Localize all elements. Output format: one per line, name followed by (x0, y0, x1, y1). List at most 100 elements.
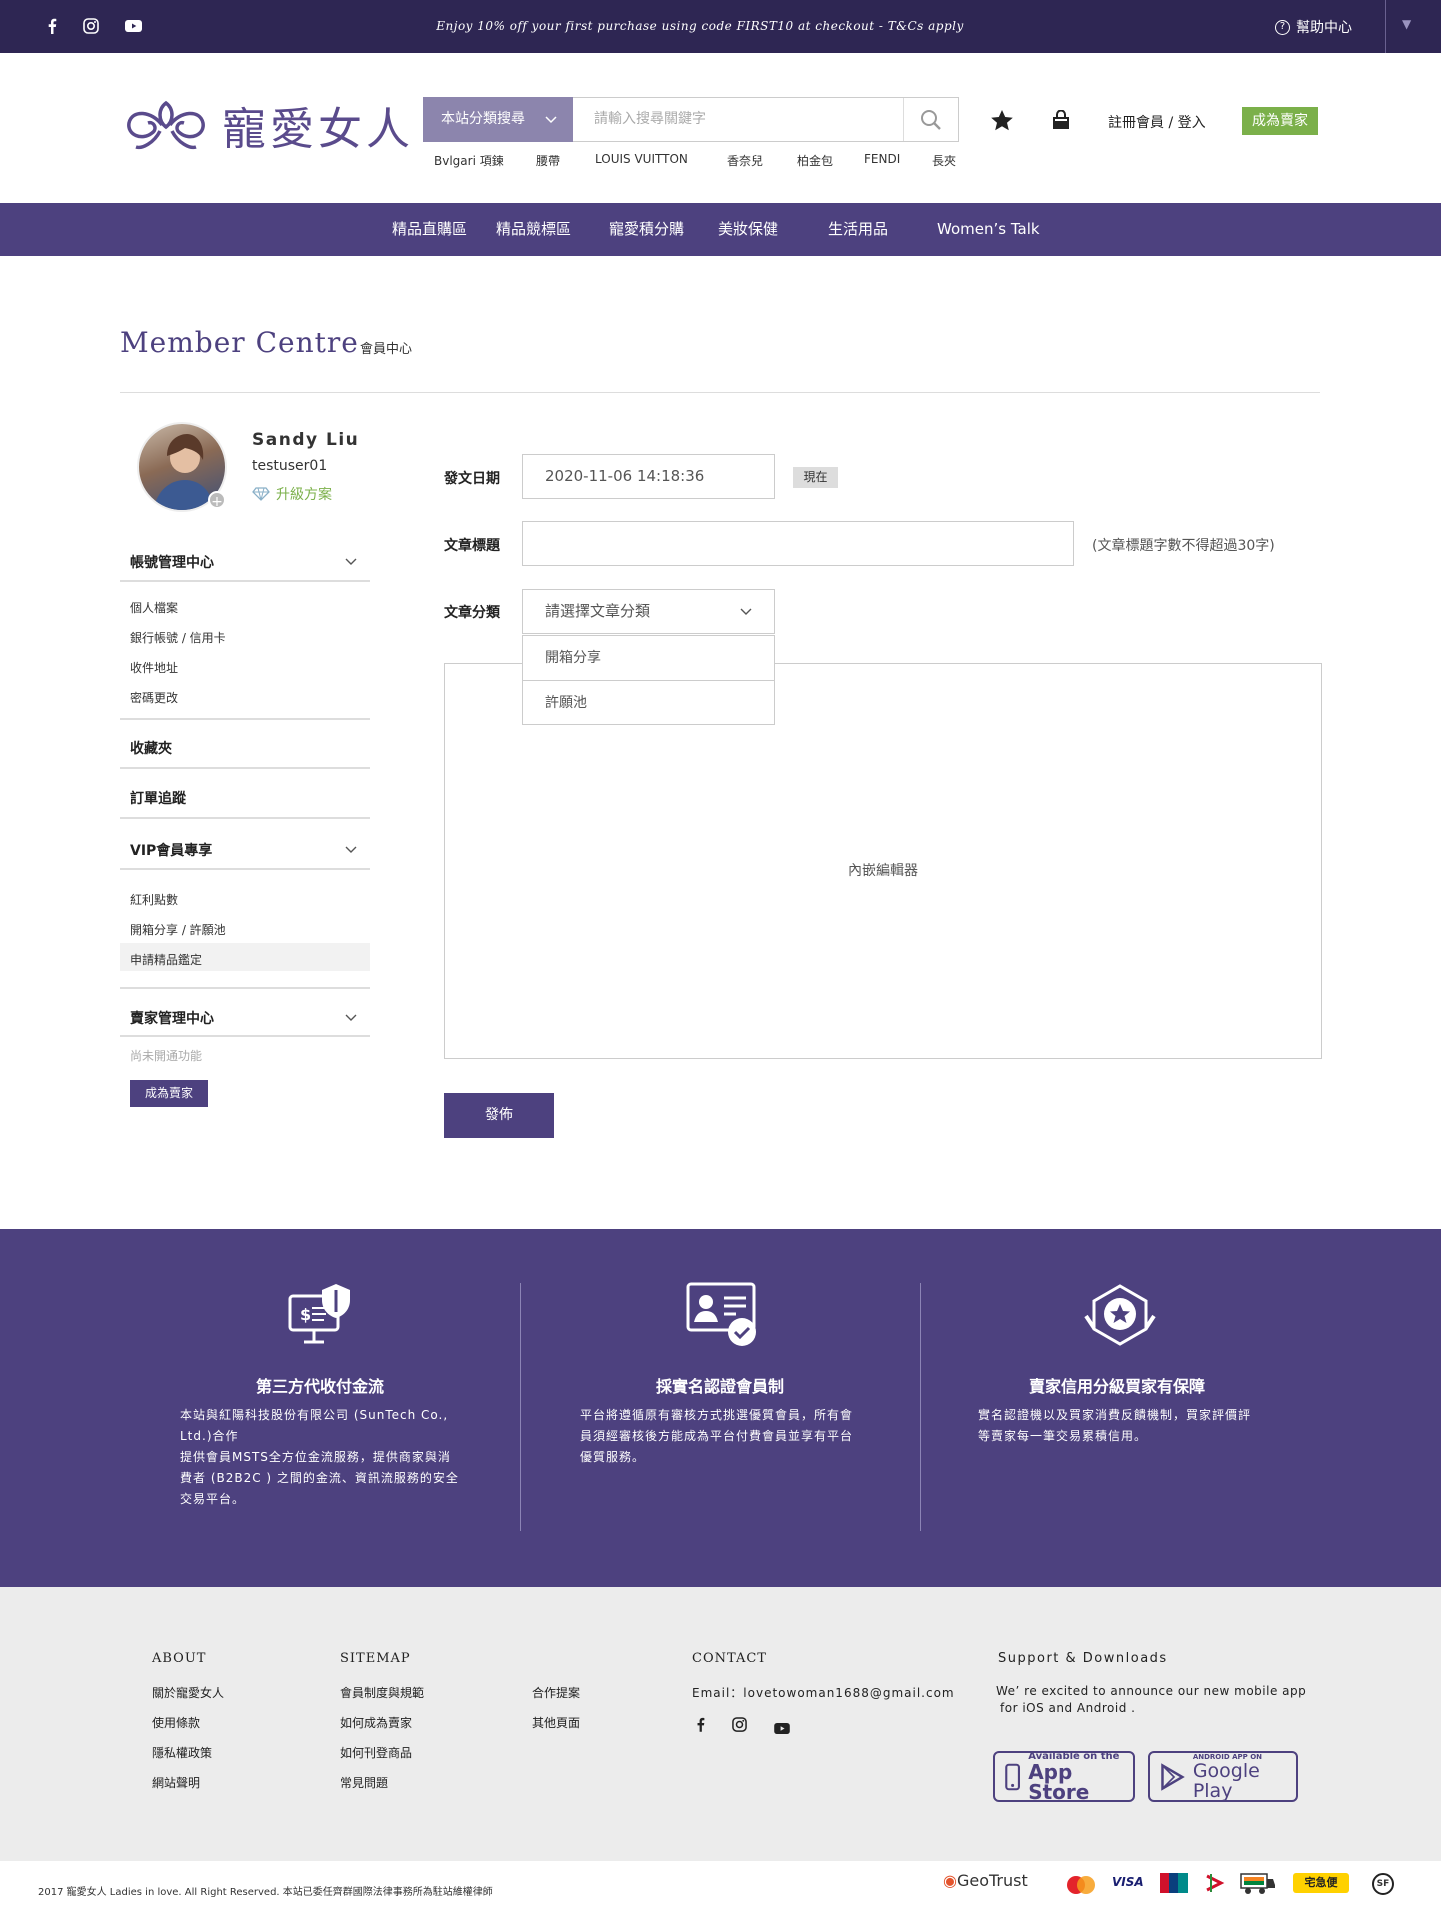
sidebar-item-appraisal[interactable]: 申請精品鑑定 (130, 951, 202, 968)
footer-about-title: ABOUT (152, 1651, 207, 1666)
hot-keyword-3[interactable]: LOUIS VUITTON (595, 152, 688, 166)
facebook-icon[interactable] (696, 1717, 705, 1736)
app-store-button[interactable]: Available on the App Store (993, 1751, 1135, 1802)
instagram-icon[interactable] (732, 1717, 747, 1736)
diamond-icon (252, 487, 270, 501)
youtube-icon[interactable] (123, 16, 143, 36)
nav-item-auction[interactable]: 精品競標區 (496, 203, 571, 256)
footer-contact-title: CONTACT (692, 1651, 767, 1666)
site-logo[interactable]: 寵愛女人 (124, 93, 414, 157)
favorites-star-icon[interactable] (990, 108, 1014, 132)
upgrade-plan-link[interactable]: 升級方案 (252, 484, 332, 504)
search-category-select[interactable]: 本站分類搜尋 (423, 97, 573, 142)
now-button[interactable]: 現在 (793, 467, 838, 488)
topbar-dropdown-toggle[interactable]: ▼ (1402, 17, 1411, 31)
footer-link-cooperation[interactable]: 合作提案 (532, 1684, 580, 1701)
feature-divider (520, 1283, 521, 1531)
sidebar-item-address[interactable]: 收件地址 (130, 659, 178, 676)
seller-not-enabled-note: 尚未開通功能 (130, 1049, 203, 1063)
editor-placeholder: 內嵌編輯器 (848, 863, 918, 879)
nav-item-living[interactable]: 生活用品 (828, 203, 888, 256)
hot-keyword-4[interactable]: 香奈兒 (727, 152, 763, 169)
youtube-icon[interactable] (774, 1719, 790, 1738)
footer-link-about[interactable]: 關於寵愛女人 (152, 1684, 224, 1701)
login-register-link[interactable]: 註冊會員 / 登入 (1108, 112, 1206, 132)
seller-rating-star-icon (1084, 1282, 1156, 1348)
play-icon (1161, 1762, 1185, 1791)
category-option-wishing-pool[interactable]: 許願池 (523, 681, 774, 726)
hot-keyword-2[interactable]: 腰帶 (536, 152, 560, 169)
hot-keyword-6[interactable]: FENDI (864, 152, 900, 166)
footer-email[interactable]: Email：lovetowoman1688@gmail.com (692, 1684, 955, 1701)
footer-link-list-product[interactable]: 如何刊登商品 (340, 1744, 412, 1761)
nav-item-beauty[interactable]: 美妝保健 (718, 203, 778, 256)
help-icon: ? (1275, 19, 1290, 35)
article-title-input[interactable] (522, 521, 1074, 566)
footer-link-member-rules[interactable]: 會員制度與規範 (340, 1684, 424, 1701)
sidebar-account-section[interactable]: 帳號管理中心 (120, 552, 370, 572)
sidebar-order-tracking[interactable]: 訂單追蹤 (120, 788, 370, 808)
category-dropdown-menu: 開箱分享 許願池 (522, 635, 775, 725)
upgrade-plan-label: 升級方案 (276, 487, 332, 503)
feature-title-payment: 第三方代收付金流 (255, 1377, 384, 1396)
publish-button[interactable]: 發佈 (444, 1093, 554, 1138)
date-field[interactable]: 2020-11-06 14:18:36 (522, 454, 775, 499)
secure-payment-icon: $ (286, 1282, 358, 1348)
sidebar-item-bonus-points[interactable]: 紅利點數 (130, 891, 178, 908)
article-category-select[interactable]: 請選擇文章分類 (522, 589, 775, 634)
footer-link-faq[interactable]: 常見問題 (340, 1774, 388, 1791)
seven-eleven-logo (1240, 1871, 1276, 1895)
search-input[interactable]: 請輸入搜尋關鍵字 (594, 98, 706, 141)
app-store-big-text: App Store (1028, 1760, 1090, 1804)
geotrust-logo-text: GeoTrust (956, 1871, 1028, 1890)
nav-item-direct-buy[interactable]: 精品直購區 (392, 203, 467, 256)
nav-item-womens-talk[interactable]: Women’s Talk (937, 203, 1040, 256)
footer-link-become-seller[interactable]: 如何成為賣家 (340, 1714, 412, 1731)
feature-body-line: 實名認證機以及買家消費反饋機制，買家評價評 (978, 1408, 1252, 1422)
profile-name: Sandy Liu (252, 430, 360, 450)
search-button[interactable] (903, 98, 958, 141)
sidebar-vip-section[interactable]: VIP會員專享 (120, 840, 370, 860)
help-center-label: 幫助中心 (1296, 20, 1352, 36)
google-play-button[interactable]: ANDROID APP ON Google Play (1148, 1751, 1298, 1802)
sidebar-seller-section[interactable]: 賣家管理中心 (120, 1008, 370, 1028)
footer-link-other-pages[interactable]: 其他頁面 (532, 1714, 580, 1731)
facebook-icon[interactable] (42, 16, 62, 36)
feature-body-line: 員須經審核後方能成為平台付費會員並享有平台 (580, 1429, 854, 1443)
sidebar-item-bank[interactable]: 銀行帳號 / 信用卡 (130, 629, 226, 646)
copyright: 2017 寵愛女人 Ladies in love. All Right Rese… (38, 1887, 493, 1898)
footer-link-terms[interactable]: 使用條款 (152, 1714, 200, 1731)
sidebar-become-seller-button[interactable]: 成為賣家 (130, 1080, 208, 1107)
footer-link-statement[interactable]: 網站聲明 (152, 1774, 200, 1791)
sidebar-divider (120, 580, 370, 582)
sidebar-favorites[interactable]: 收藏夾 (120, 738, 370, 758)
sidebar-divider (120, 817, 370, 819)
feature-body-verification: 平台將遵循原有審核方式挑選優質會員，所有會 員須經審核後方能成為平台付費會員並享… (580, 1405, 870, 1468)
promo-banner: Enjoy 10% off your first purchase using … (436, 19, 964, 33)
hot-keyword-5[interactable]: 柏金包 (797, 152, 833, 169)
post-office-logo (1203, 1872, 1225, 1894)
sidebar-item-unboxing[interactable]: 開箱分享 / 許願池 (130, 921, 226, 938)
hot-keyword-7[interactable]: 長夾 (932, 152, 956, 169)
sidebar-item-password[interactable]: 密碼更改 (130, 689, 178, 706)
footer-sitemap-title: SITEMAP (340, 1651, 411, 1666)
feature-body-line: 優質服務。 (580, 1450, 646, 1464)
instagram-icon[interactable] (81, 16, 101, 36)
shopping-bag-icon[interactable] (1049, 108, 1073, 132)
help-center-link[interactable]: ? 幫助中心 (1275, 17, 1352, 37)
date-label: 發文日期 (444, 471, 500, 487)
unionpay-logo (1160, 1873, 1188, 1893)
category-option-unboxing[interactable]: 開箱分享 (523, 636, 774, 681)
nav-item-points-buy[interactable]: 寵愛積分購 (609, 203, 684, 256)
chevron-down-icon[interactable] (345, 555, 357, 570)
become-seller-button[interactable]: 成為賣家 (1242, 107, 1318, 135)
hot-keyword-1[interactable]: Bvlgari 項鍊 (434, 152, 504, 169)
footer-link-privacy[interactable]: 隱私權政策 (152, 1744, 212, 1761)
avatar-upload-plus-icon[interactable]: + (208, 491, 226, 510)
article-title-hint: (文章標題字數不得超過30字) (1092, 538, 1275, 554)
chevron-down-icon[interactable] (345, 843, 357, 858)
page-title: Member Centre (120, 326, 359, 359)
chevron-down-icon[interactable] (345, 1011, 357, 1026)
sidebar-item-profile[interactable]: 個人檔案 (130, 599, 178, 616)
feature-body-line: 平台將遵循原有審核方式挑選優質會員，所有會 (580, 1408, 854, 1422)
